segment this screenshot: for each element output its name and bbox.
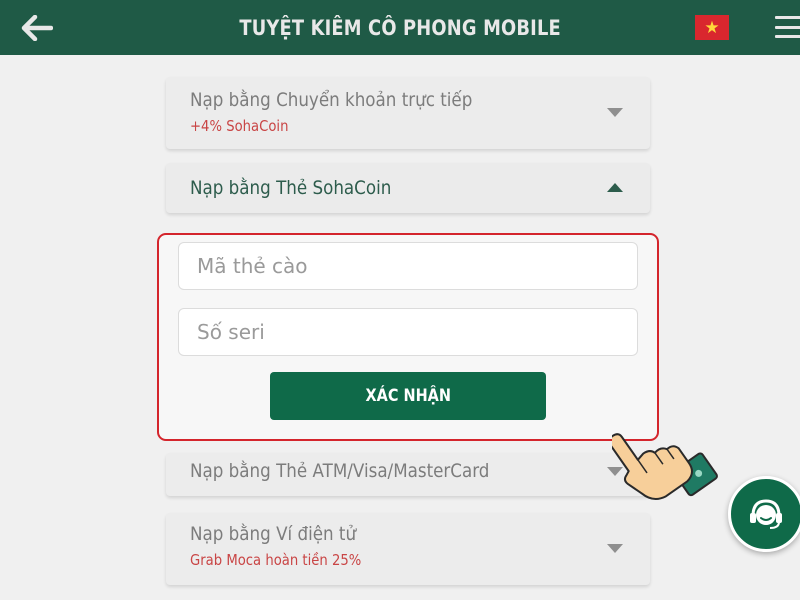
- payment-method-atm-card[interactable]: Nạp bằng Thẻ ATM/Visa/MasterCard: [166, 453, 650, 496]
- payment-method-label: Nạp bằng Thẻ ATM/Visa/MasterCard: [190, 460, 490, 482]
- sohacoin-card-form: XÁC NHẬN: [157, 233, 659, 441]
- confirm-button[interactable]: XÁC NHẬN: [270, 372, 546, 420]
- chevron-up-icon: [607, 183, 623, 192]
- promo-text: Grab Moca hoàn tiền 25%: [190, 551, 362, 569]
- payment-method-label: Nạp bằng Thẻ SohaCoin: [190, 177, 392, 199]
- back-button[interactable]: [18, 12, 56, 44]
- vietnam-flag-icon[interactable]: ★: [695, 15, 729, 40]
- payment-method-sohacoin-card[interactable]: Nạp bằng Thẻ SohaCoin: [166, 163, 650, 213]
- support-chat-button[interactable]: [728, 476, 800, 552]
- payment-method-e-wallet[interactable]: Nạp bằng Ví điện tử Grab Moca hoàn tiền …: [166, 513, 650, 585]
- serial-number-input[interactable]: [178, 308, 638, 356]
- hamburger-menu-icon[interactable]: [775, 16, 800, 38]
- chevron-down-icon: [607, 544, 623, 553]
- card-code-input[interactable]: [178, 242, 638, 290]
- payment-method-label: Nạp bằng Chuyển khoản trực tiếp: [190, 89, 473, 111]
- payment-method-label: Nạp bằng Ví điện tử: [190, 523, 357, 545]
- top-bar: TUYỆT KIÊM CÔ PHONG MOBILE ★: [0, 0, 800, 55]
- payment-method-bank-transfer[interactable]: Nạp bằng Chuyển khoản trực tiếp +4% Soha…: [166, 77, 650, 149]
- chevron-down-icon: [607, 108, 623, 117]
- arrow-left-icon: [21, 15, 53, 41]
- promo-text: +4% SohaCoin: [190, 117, 289, 135]
- headset-support-icon: [750, 499, 782, 529]
- pointing-hand-icon: [612, 433, 718, 500]
- app-title: TUYỆT KIÊM CÔ PHONG MOBILE: [239, 15, 561, 40]
- confirm-button-label: XÁC NHẬN: [365, 386, 451, 406]
